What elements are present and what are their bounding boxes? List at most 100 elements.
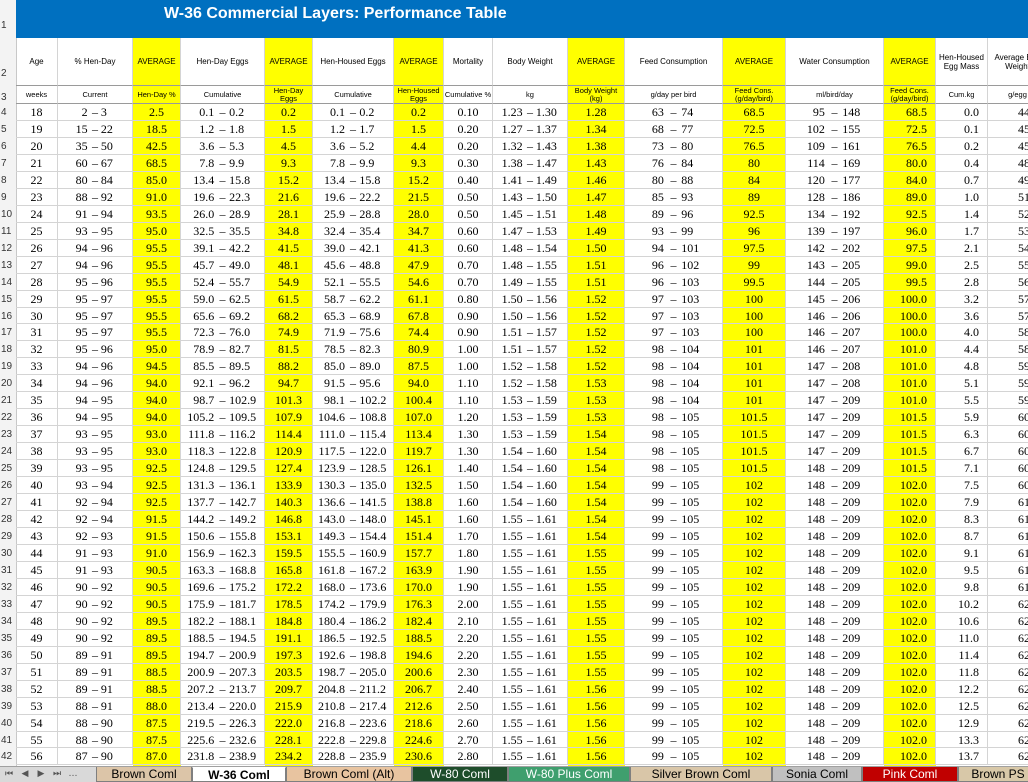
table-cell[interactable]: 62.5 (988, 681, 1028, 698)
last-sheet-arrow-icon[interactable]: ⏭ (50, 768, 64, 781)
table-cell[interactable]: 95.0 (133, 222, 181, 240)
table-cell[interactable]: 87–90 (58, 748, 133, 766)
table-cell[interactable]: 228.8–235.9 (313, 748, 394, 766)
table-cell[interactable]: 91.5–95.6 (313, 375, 394, 393)
row-number[interactable]: 20 (0, 378, 16, 389)
table-cell[interactable]: 49 (16, 629, 58, 647)
table-cell[interactable]: 230.6 (394, 748, 444, 766)
table-cell[interactable]: 5.5 (936, 392, 988, 410)
table-cell[interactable]: 0.70 (444, 273, 493, 291)
column-subheader[interactable]: Current (58, 86, 133, 104)
sheet-tab[interactable]: W-80 Coml (412, 767, 508, 782)
table-cell[interactable]: 101 (723, 375, 786, 393)
table-cell[interactable]: 147–209 (786, 392, 884, 410)
table-cell[interactable]: 1.52 (568, 341, 625, 359)
row-number[interactable]: 5 (0, 124, 16, 135)
table-cell[interactable]: 30 (16, 307, 58, 325)
table-cell[interactable]: 204.8–211.2 (313, 680, 394, 698)
column-subheader[interactable]: weeks (16, 86, 58, 104)
row-number[interactable]: 1 (0, 20, 16, 31)
table-cell[interactable]: 89.5 (133, 612, 181, 630)
table-cell[interactable]: 1.34 (568, 120, 625, 138)
table-cell[interactable]: 34.7 (394, 222, 444, 240)
table-cell[interactable]: 92.5 (133, 494, 181, 512)
table-cell[interactable]: 1.52 (568, 290, 625, 308)
table-cell[interactable]: 78.9–82.7 (181, 341, 265, 359)
table-cell[interactable]: 144–205 (786, 273, 884, 291)
table-cell[interactable]: 9.5 (936, 561, 988, 579)
table-cell[interactable]: 169.6–175.2 (181, 578, 265, 596)
column-header[interactable]: Mortality (444, 38, 493, 86)
table-cell[interactable]: 102 (723, 511, 786, 528)
table-cell[interactable]: 11.4 (936, 646, 988, 664)
table-cell[interactable]: 219.5–226.3 (181, 714, 265, 732)
table-cell[interactable]: 94.0 (133, 409, 181, 427)
table-cell[interactable]: 51 (16, 663, 58, 681)
table-cell[interactable]: 184.8 (265, 612, 313, 630)
row-number[interactable]: 9 (0, 192, 16, 203)
table-cell[interactable]: 1.48–1.55 (493, 256, 568, 274)
table-cell[interactable]: 62.0 (988, 596, 1028, 613)
table-cell[interactable]: 0.1 (936, 120, 988, 138)
table-cell[interactable]: 98–105 (625, 426, 723, 444)
table-cell[interactable]: 80–84 (58, 171, 133, 189)
table-cell[interactable]: 99–105 (625, 528, 723, 545)
table-cell[interactable]: 39.1–42.2 (181, 239, 265, 257)
table-cell[interactable]: 50 (16, 646, 58, 664)
table-cell[interactable]: 134–192 (786, 205, 884, 223)
table-cell[interactable]: 0.1–0.2 (181, 104, 265, 121)
table-cell[interactable]: 93–99 (625, 222, 723, 240)
table-cell[interactable]: 123.9–128.5 (313, 460, 394, 478)
column-header[interactable]: Hen-Housed Eggs (313, 38, 394, 86)
table-cell[interactable]: 148–209 (786, 511, 884, 528)
table-cell[interactable]: 102.0 (884, 629, 936, 647)
table-cell[interactable]: 2.70 (444, 731, 493, 749)
table-cell[interactable]: 1.28 (568, 104, 625, 121)
table-cell[interactable]: 1.56 (568, 714, 625, 732)
table-cell[interactable]: 95–97 (58, 290, 133, 308)
table-cell[interactable]: 1.46 (568, 171, 625, 189)
table-cell[interactable]: 111.0–115.4 (313, 426, 394, 444)
table-cell[interactable]: 0.60 (444, 239, 493, 257)
table-cell[interactable]: 107.0 (394, 409, 444, 427)
table-cell[interactable]: 58.7–62.2 (313, 290, 394, 308)
table-cell[interactable]: 148–209 (786, 714, 884, 732)
table-cell[interactable]: 7.5 (936, 477, 988, 495)
table-cell[interactable]: 1.55 (568, 595, 625, 613)
column-subheader[interactable]: kg (493, 86, 568, 104)
table-cell[interactable]: 42.5 (133, 137, 181, 155)
table-cell[interactable]: 68.5 (723, 104, 786, 121)
table-cell[interactable]: 98–105 (625, 443, 723, 461)
table-cell[interactable]: 148–209 (786, 561, 884, 579)
table-cell[interactable]: 98.1–102.2 (313, 392, 394, 410)
row-number[interactable]: 38 (0, 684, 16, 695)
table-cell[interactable]: 26 (16, 239, 58, 257)
table-cell[interactable]: 1.51 (568, 256, 625, 274)
table-cell[interactable]: 148–209 (786, 494, 884, 512)
table-cell[interactable]: 72.3–76.0 (181, 324, 265, 342)
table-cell[interactable]: 68.5 (133, 154, 181, 172)
table-cell[interactable]: 99–105 (625, 595, 723, 613)
table-cell[interactable]: 0.70 (444, 256, 493, 274)
table-cell[interactable]: 62.4 (988, 664, 1028, 681)
table-cell[interactable]: 1.50–1.56 (493, 307, 568, 325)
table-cell[interactable]: 31 (16, 324, 58, 342)
table-cell[interactable]: 2.40 (444, 680, 493, 698)
table-cell[interactable]: 139–197 (786, 222, 884, 240)
table-cell[interactable]: 114–169 (786, 154, 884, 172)
table-cell[interactable]: 1.32–1.43 (493, 137, 568, 155)
table-cell[interactable]: 0.60 (444, 222, 493, 240)
table-cell[interactable]: 100 (723, 290, 786, 308)
sheet-tab[interactable]: Brown Coml (96, 767, 192, 782)
table-cell[interactable]: 100.0 (884, 290, 936, 308)
table-cell[interactable]: 99–105 (625, 748, 723, 766)
table-cell[interactable]: 102.0 (884, 595, 936, 613)
table-cell[interactable]: 52.1–55.5 (313, 273, 394, 291)
sheet-overflow-icon[interactable]: … (66, 768, 80, 781)
table-cell[interactable]: 48.0 (988, 155, 1028, 172)
table-cell[interactable]: 10.6 (936, 612, 988, 630)
row-number[interactable]: 26 (0, 480, 16, 491)
table-cell[interactable]: 146–206 (786, 307, 884, 325)
table-cell[interactable]: 97–103 (625, 307, 723, 325)
table-cell[interactable]: 1.10 (444, 392, 493, 410)
